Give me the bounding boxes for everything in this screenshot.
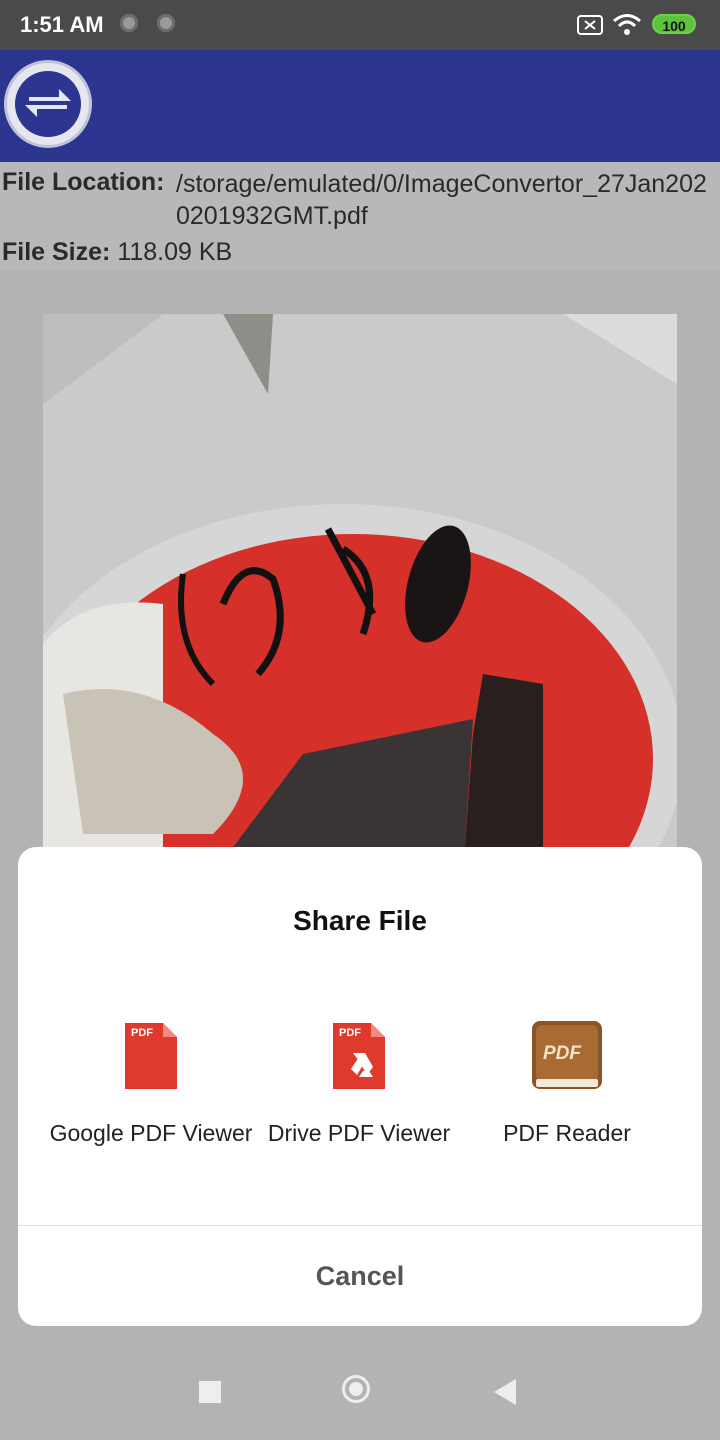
file-info-panel: File Location: /storage/emulated/0/Image… [0,162,720,270]
share-option-drive-pdf-viewer[interactable]: PDF Drive PDF Viewer [255,1019,463,1147]
svg-text:PDF: PDF [339,1027,361,1039]
home-button[interactable] [342,1375,370,1403]
file-size-label: File Size: [2,238,111,266]
convert-button[interactable] [4,60,92,148]
app-bar [0,50,720,162]
swap-arrows-icon [15,71,81,137]
share-option-label: Google PDF Viewer [49,1120,253,1146]
notification-dot-icon [157,14,175,32]
svg-text:PDF: PDF [543,1043,582,1064]
file-size-value: 118.09 KB [117,238,233,266]
notification-dot-icon [120,14,138,32]
sim-error-icon [577,15,603,35]
share-file-dialog: Share File PDF Google PDF Viewer PDF Dri… [18,847,702,1326]
battery-indicator: 100 [652,14,696,34]
status-time: 1:51 AM [20,12,104,37]
drive-pdf-icon: PDF [329,1019,389,1093]
pdf-book-icon: PDF [530,1019,604,1093]
cancel-button[interactable]: Cancel [18,1226,702,1326]
share-option-label: PDF Reader [503,1120,631,1146]
image-preview [43,314,677,874]
file-size-row: File Size: 118.09 KB [2,238,232,267]
file-location-value: /storage/emulated/0/ImageConvertor_27Jan… [176,170,707,230]
wifi-icon [613,14,641,35]
share-option-pdf-reader[interactable]: PDF PDF Reader [463,1019,671,1147]
pdf-file-icon: PDF [121,1019,181,1093]
system-nav-bar [0,1340,720,1440]
back-button[interactable] [494,1379,516,1405]
share-option-google-pdf-viewer[interactable]: PDF Google PDF Viewer [47,1019,255,1147]
file-location-label: File Location: [2,168,165,196]
svg-text:PDF: PDF [131,1027,153,1039]
recents-button[interactable] [199,1381,221,1403]
share-option-label: Drive PDF Viewer [267,1120,451,1146]
dialog-title: Share File [293,905,427,936]
status-bar: 1:51 AM 100 [0,0,720,50]
